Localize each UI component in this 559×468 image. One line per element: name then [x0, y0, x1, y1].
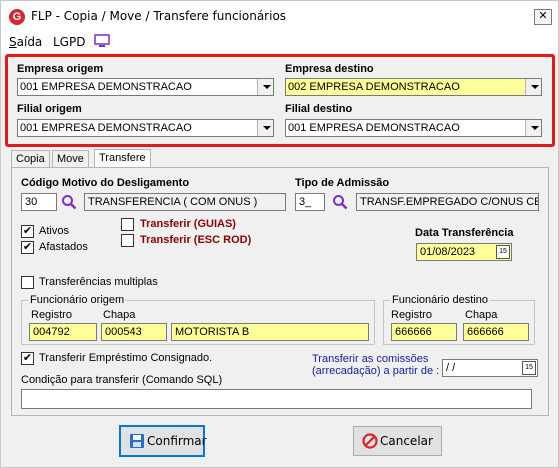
menu-lgpd[interactable]: LGPD: [53, 35, 85, 49]
motivo-label: Código Motivo do Desligamento: [21, 177, 190, 189]
motivo-description: TRANSFERENCIA ( COM ONUS ): [84, 193, 286, 211]
tab-move[interactable]: Move: [52, 150, 89, 168]
func-origem-chapa-label: Chapa: [103, 309, 136, 321]
save-icon: [130, 434, 144, 448]
chevron-down-icon[interactable]: [525, 79, 541, 95]
func-origem-registro-label: Registro: [31, 309, 72, 321]
cancel-icon: [362, 433, 378, 449]
search-icon[interactable]: [332, 194, 348, 210]
menu-bar: Saída LGPD: [1, 31, 558, 53]
menu-saida[interactable]: Saída: [9, 35, 42, 49]
close-button[interactable]: ✕: [534, 9, 552, 25]
empresa-origem-label: Empresa origem: [17, 63, 104, 75]
multiplas-label: Transferências multiplas: [39, 276, 158, 288]
admissao-code-input[interactable]: 3_: [295, 193, 325, 211]
func-origem-chapa-input[interactable]: 000543: [101, 323, 167, 341]
filial-destino-label: Filial destino: [285, 103, 353, 115]
afastados-label: Afastados: [39, 241, 88, 253]
data-transferencia-label: Data Transferência: [415, 227, 514, 239]
multiplas-checkbox[interactable]: [21, 276, 34, 289]
comissoes-date-value: / /: [446, 362, 456, 374]
func-destino-registro-label: Registro: [391, 309, 432, 321]
func-origem-registro-input[interactable]: 004792: [29, 323, 97, 341]
esc-rod-checkbox[interactable]: [121, 234, 134, 247]
tab-copia[interactable]: Copia: [11, 150, 50, 168]
data-transferencia-value: 01/08/2023: [420, 246, 476, 258]
chevron-down-icon[interactable]: [525, 120, 541, 136]
search-icon[interactable]: [61, 194, 77, 210]
empresa-origem-value: 001 EMPRESA DEMONSTRACAO: [20, 81, 192, 93]
func-destino-chapa-label: Chapa: [465, 309, 498, 321]
comissoes-date-input[interactable]: / / 15: [442, 359, 538, 377]
ativos-label: Ativos: [39, 225, 69, 237]
empresa-destino-label: Empresa destino: [285, 63, 374, 75]
cancelar-label: Cancelar: [380, 434, 433, 448]
chevron-down-icon[interactable]: [257, 120, 273, 136]
cancelar-button[interactable]: Cancelar: [353, 426, 442, 456]
consignado-label: Transferir Empréstimo Consignado.: [39, 352, 213, 364]
calendar-icon[interactable]: 15: [522, 361, 536, 375]
main-window: G FLP - Copia / Move / Transfere funcion…: [0, 0, 559, 468]
motivo-code-input[interactable]: 30: [21, 193, 57, 211]
monitor-icon[interactable]: [94, 34, 110, 48]
data-transferencia-input[interactable]: 01/08/2023 15: [416, 243, 512, 261]
chevron-down-icon[interactable]: [257, 79, 273, 95]
ativos-checkbox[interactable]: ✔: [21, 225, 34, 238]
condicao-label: Condição para transferir (Comando SQL): [21, 374, 223, 386]
admissao-label: Tipo de Admissão: [295, 177, 390, 189]
empresa-origem-select[interactable]: 001 EMPRESA DEMONSTRACAO: [17, 78, 274, 96]
filial-origem-select[interactable]: 001 EMPRESA DEMONSTRACAO: [17, 119, 274, 137]
tab-transfere[interactable]: Transfere: [94, 149, 151, 169]
condicao-sql-input[interactable]: [21, 389, 532, 409]
filial-destino-value: 001 EMPRESA DEMONSTRACAO: [288, 122, 460, 134]
app-logo-icon: G: [9, 9, 25, 25]
func-destino-registro-input[interactable]: 666666: [391, 323, 457, 341]
filial-origem-value: 001 EMPRESA DEMONSTRACAO: [20, 122, 192, 134]
filial-origem-label: Filial origem: [17, 103, 82, 115]
afastados-checkbox[interactable]: ✔: [21, 241, 34, 254]
comissoes-label-line1: Transferir as comissões: [312, 353, 429, 365]
window-title: FLP - Copia / Move / Transfere funcionár…: [31, 9, 287, 23]
confirmar-label: Confirmar: [147, 434, 207, 448]
guias-label: Transferir (GUIAS): [140, 218, 236, 230]
admissao-description: TRANSF.EMPREGADO C/ONUS CE: [356, 193, 539, 211]
title-bar: G FLP - Copia / Move / Transfere funcion…: [1, 1, 558, 31]
consignado-checkbox[interactable]: ✔: [21, 352, 34, 365]
filial-destino-select[interactable]: 001 EMPRESA DEMONSTRACAO: [285, 119, 542, 137]
comissoes-label-line2: (arrecadação) a partir de :: [312, 365, 440, 377]
guias-checkbox[interactable]: [121, 218, 134, 231]
menu-saida-accel: S: [9, 35, 17, 49]
confirmar-button[interactable]: Confirmar: [119, 425, 207, 457]
menu-saida-label: aída: [16, 35, 43, 49]
func-origem-nome: MOTORISTA B: [171, 323, 369, 341]
func-destino-chapa-input[interactable]: 666666: [463, 323, 529, 341]
empresa-destino-value: 002 EMPRESA DEMONSTRACAO: [288, 81, 460, 93]
func-destino-title: Funcionário destino: [390, 294, 491, 306]
calendar-icon[interactable]: 15: [496, 245, 510, 259]
esc-rod-label: Transferir (ESC ROD): [140, 234, 252, 246]
empresa-destino-select[interactable]: 002 EMPRESA DEMONSTRACAO: [285, 78, 542, 96]
func-origem-title: Funcionário origem: [28, 294, 127, 306]
